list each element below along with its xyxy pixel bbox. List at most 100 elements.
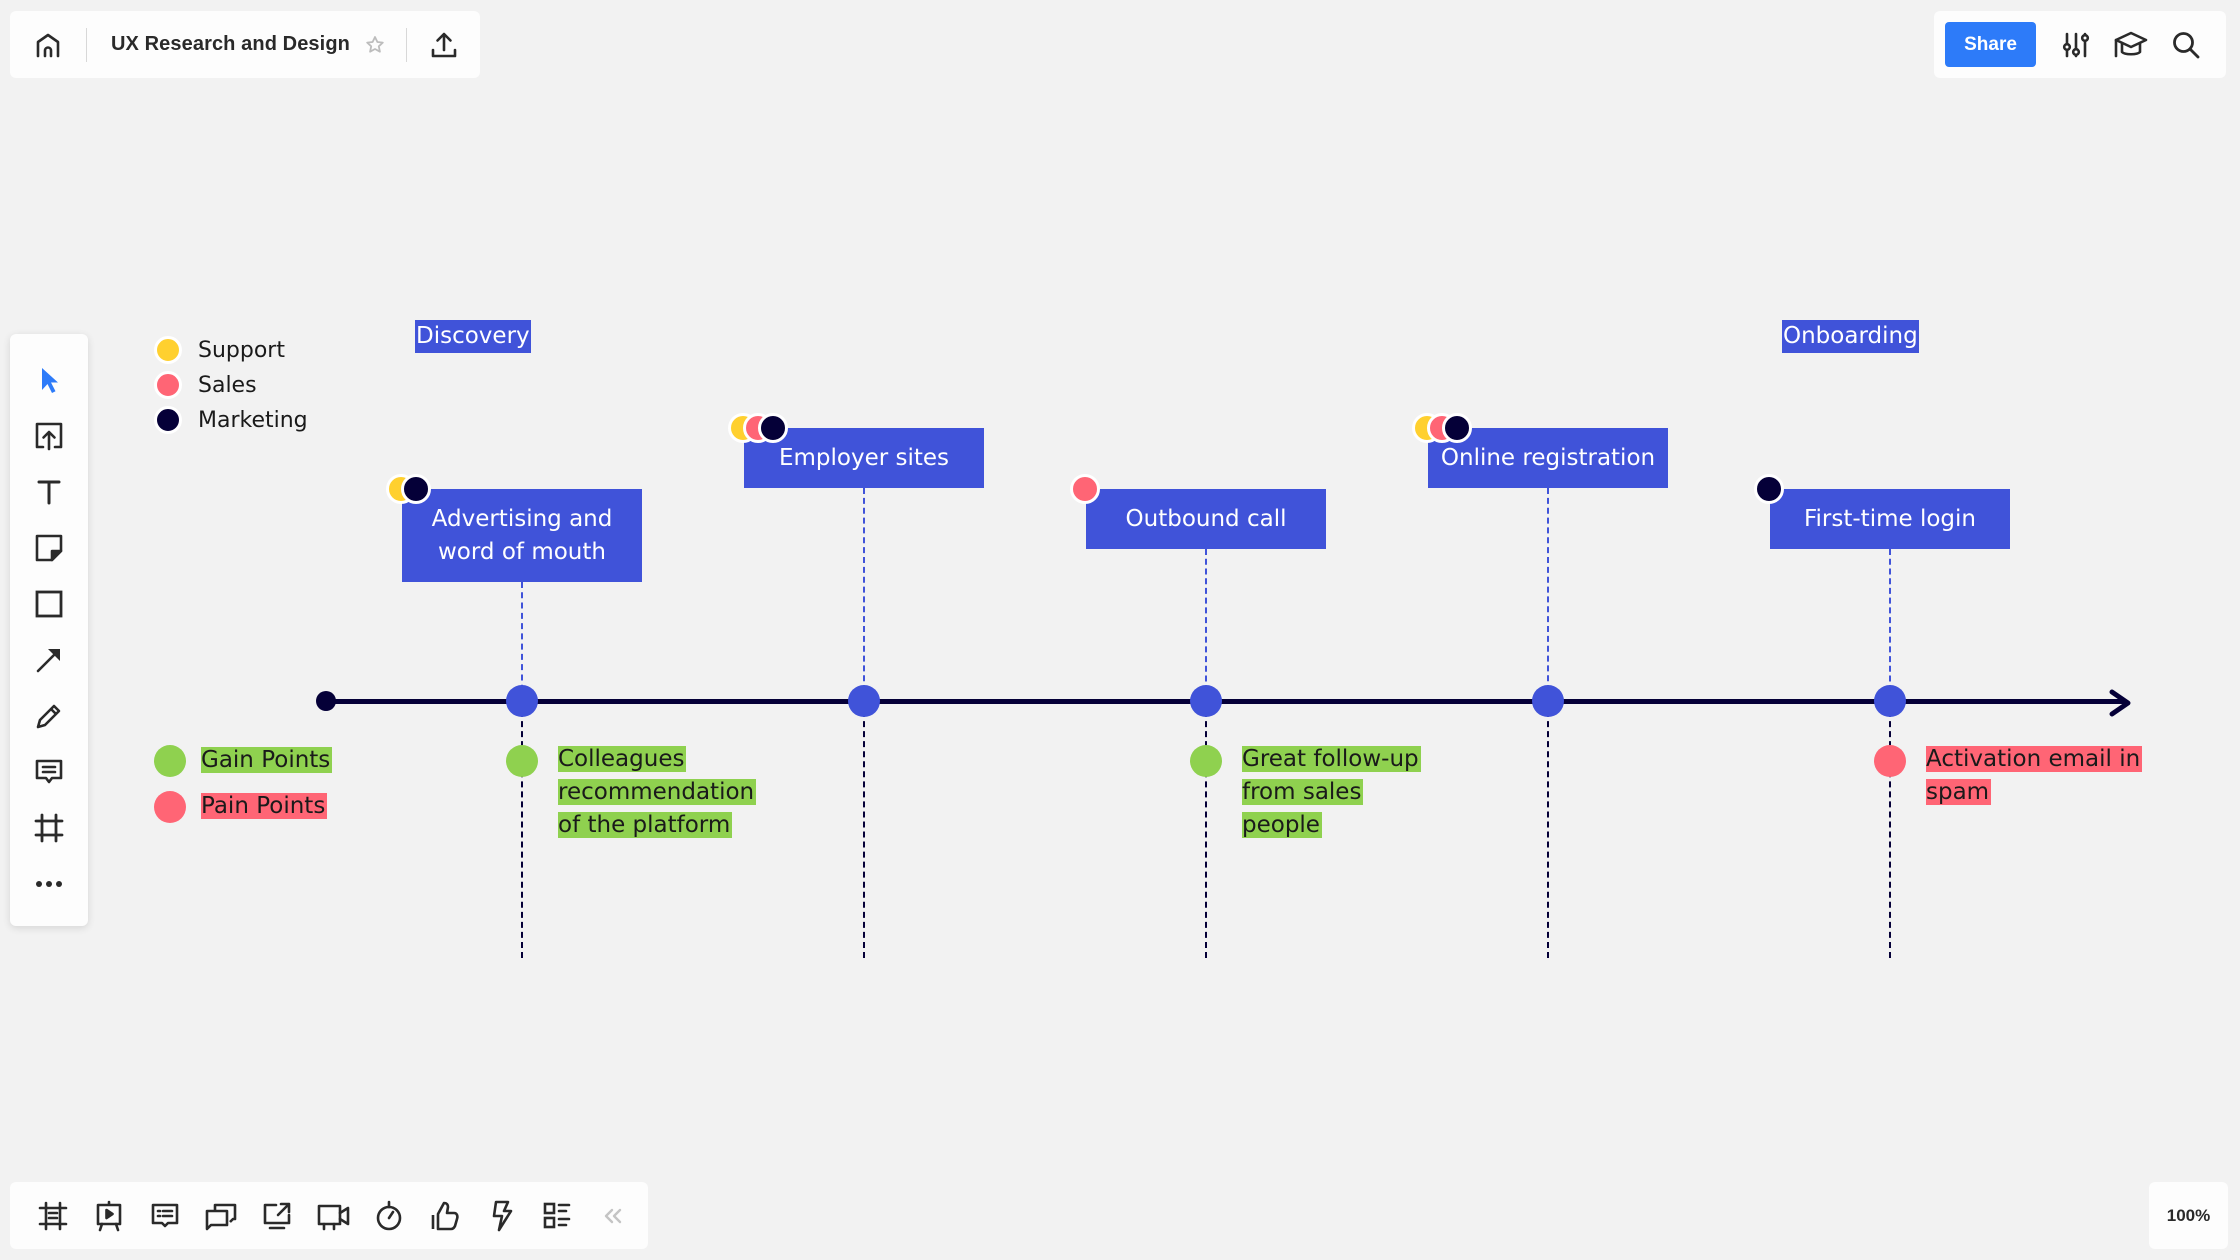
step-divider-line — [1547, 701, 1549, 958]
learning-center-button[interactable] — [2111, 25, 2151, 65]
chat-button[interactable] — [197, 1192, 245, 1240]
rectangle-icon — [34, 589, 64, 619]
thumbs-up-icon — [430, 1200, 460, 1232]
legend-label: Gain Points — [201, 747, 333, 773]
text-icon — [35, 478, 63, 506]
card-list-icon — [542, 1201, 572, 1231]
timeline-node[interactable] — [1532, 685, 1564, 717]
comments-button[interactable] — [141, 1192, 189, 1240]
timer-icon — [374, 1200, 404, 1232]
legend-item-gain-points[interactable]: Gain Points — [154, 744, 333, 777]
more-icon — [34, 879, 64, 889]
comment-tool[interactable] — [25, 748, 73, 796]
timer-button[interactable] — [365, 1192, 413, 1240]
card-list-button[interactable] — [533, 1192, 581, 1240]
step-divider-line — [521, 701, 523, 958]
point-note-text: Activation email in spam — [1926, 746, 2143, 805]
timeline-node[interactable] — [506, 685, 538, 717]
gain-point-note[interactable]: Colleagues recommendation of the platfor… — [558, 743, 758, 842]
star-button[interactable] — [360, 25, 390, 65]
screen-share-icon — [262, 1201, 292, 1231]
legend-item-sales[interactable]: Sales — [154, 371, 257, 399]
point-note-text: Great follow-up from sales people — [1242, 746, 1421, 838]
presentation-icon — [94, 1200, 124, 1232]
timeline-start-dot — [316, 691, 336, 711]
step-card[interactable]: First-time login — [1770, 489, 2010, 549]
frames-button[interactable] — [29, 1192, 77, 1240]
legend-item-marketing[interactable]: Marketing — [154, 406, 308, 434]
shape-tool[interactable] — [25, 580, 73, 628]
legend-label: Marketing — [198, 407, 308, 433]
upload-tool[interactable] — [25, 412, 73, 460]
top-right-toolbar: Share — [1934, 11, 2226, 78]
gain-dot-icon — [154, 744, 186, 777]
sticky-note-tool[interactable] — [25, 524, 73, 572]
upload-icon — [430, 31, 458, 59]
collapse-toolbar-button[interactable] — [589, 1192, 637, 1240]
home-icon — [34, 31, 62, 59]
legend-item-pain-points[interactable]: Pain Points — [154, 790, 328, 823]
phase-label-onboarding[interactable]: Onboarding — [1782, 320, 1919, 353]
legend-label: Sales — [198, 372, 257, 398]
step-connector-line — [1889, 549, 1891, 701]
board-title[interactable]: UX Research and Design — [111, 33, 350, 56]
step-connector-line — [1547, 488, 1549, 701]
pain-dot-icon — [154, 790, 186, 823]
lightning-icon — [488, 1200, 514, 1232]
gain-point-note[interactable]: Great follow-up from sales people — [1242, 743, 1442, 842]
step-connector-line — [521, 582, 523, 701]
board-settings-button[interactable] — [2056, 25, 2096, 65]
pain-point-note[interactable]: Activation email in spam — [1926, 743, 2143, 809]
phase-label-discovery[interactable]: Discovery — [415, 320, 531, 353]
sticky-note-icon — [34, 533, 64, 563]
more-tools-button[interactable] — [25, 860, 73, 908]
marketing-tag-dot — [1754, 474, 1784, 504]
marketing-dot-icon — [154, 406, 182, 434]
home-button[interactable] — [28, 25, 68, 65]
frame-icon — [34, 813, 64, 843]
collaboration-toolbar — [10, 1182, 648, 1249]
legend-item-support[interactable]: Support — [154, 336, 285, 364]
creation-toolbar — [10, 334, 88, 926]
gain-point-dot — [506, 745, 538, 777]
step-divider-line — [1889, 701, 1891, 958]
chat-icon — [205, 1201, 237, 1231]
screen-share-button[interactable] — [253, 1192, 301, 1240]
timeline-node[interactable] — [1874, 685, 1906, 717]
settings-sliders-icon — [2061, 30, 2091, 60]
step-divider-line — [1205, 701, 1207, 958]
video-call-button[interactable] — [309, 1192, 357, 1240]
point-note-text: Colleagues recommendation of the platfor… — [558, 746, 757, 838]
pen-tool[interactable] — [25, 692, 73, 740]
activity-button[interactable] — [477, 1192, 525, 1240]
share-button[interactable]: Share — [1945, 22, 2036, 67]
presentation-button[interactable] — [85, 1192, 133, 1240]
export-button[interactable] — [424, 25, 464, 65]
double-chevron-left-icon — [603, 1206, 623, 1226]
search-button[interactable] — [2166, 25, 2206, 65]
connection-line-tool[interactable] — [25, 636, 73, 684]
comments-icon — [150, 1201, 180, 1231]
frames-icon — [38, 1201, 68, 1231]
marketing-tag-dot — [758, 413, 788, 443]
step-connector-line — [1205, 549, 1207, 701]
frame-tool[interactable] — [25, 804, 73, 852]
timeline-axis — [326, 699, 2126, 704]
timeline-arrowhead-icon — [2109, 689, 2131, 717]
sales-tag-dot — [1070, 474, 1100, 504]
voting-button[interactable] — [421, 1192, 469, 1240]
star-icon — [365, 35, 385, 55]
step-card[interactable]: Outbound call — [1086, 489, 1326, 549]
select-tool[interactable] — [25, 356, 73, 404]
pain-point-dot — [1874, 745, 1906, 777]
zoom-level-button[interactable]: 100% — [2149, 1182, 2228, 1249]
comment-icon — [34, 757, 64, 787]
upload-frame-icon — [34, 421, 64, 451]
step-connector-line — [863, 488, 865, 701]
step-card[interactable]: Advertising and word of mouth — [402, 489, 642, 582]
timeline-node[interactable] — [1190, 685, 1222, 717]
divider — [405, 27, 407, 62]
timeline-node[interactable] — [848, 685, 880, 717]
text-tool[interactable] — [25, 468, 73, 516]
legend-label: Support — [198, 337, 285, 363]
